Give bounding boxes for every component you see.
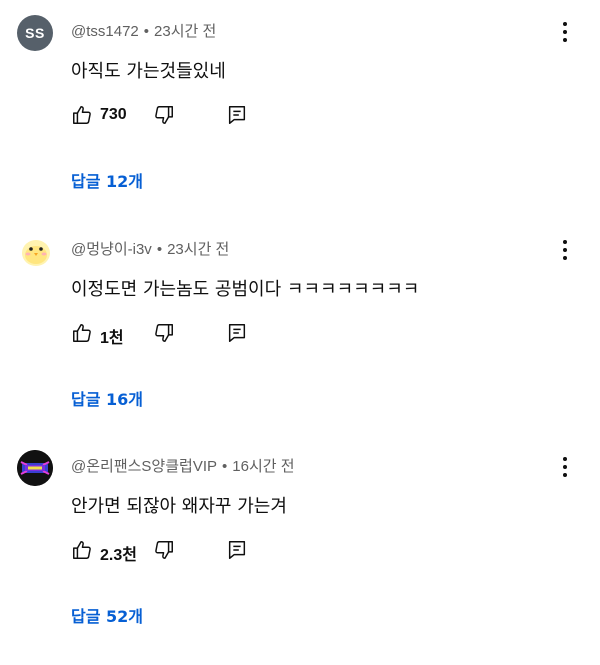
thumbs-down-icon[interactable]	[153, 539, 175, 561]
comment-text: 아직도 가는것들있네	[71, 61, 226, 82]
thumbs-down-icon[interactable]	[153, 322, 175, 344]
thumbs-up-icon[interactable]	[71, 539, 93, 561]
reply-icon[interactable]	[226, 322, 248, 344]
comment-text: 이정도면 가는놈도 공범이다 ㅋㅋㅋㅋㅋㅋㅋㅋ	[71, 279, 420, 300]
timestamp[interactable]: 23시간 전	[167, 241, 229, 258]
author-name[interactable]: @tss1472	[71, 23, 139, 40]
timestamp[interactable]: 16시간 전	[232, 458, 294, 475]
separator-dot: •	[156, 241, 163, 258]
comment-meta: @온리팬스S양클럽VIP • 16시간 전	[71, 455, 295, 476]
comment-actions: 730	[71, 104, 271, 128]
more-options-icon[interactable]	[555, 455, 575, 479]
view-replies-button[interactable]: 답글 52개	[71, 603, 143, 627]
more-options-icon[interactable]	[555, 238, 575, 262]
chick-avatar-icon[interactable]	[17, 233, 53, 269]
view-replies-button[interactable]: 답글 16개	[71, 386, 143, 410]
timestamp[interactable]: 23시간 전	[154, 23, 216, 40]
avatar[interactable]: SS	[17, 15, 53, 51]
like-count: 1천	[100, 330, 124, 347]
avatar-initials: SS	[25, 25, 45, 41]
author-name[interactable]: @온리팬스S양클럽VIP	[71, 458, 217, 475]
separator-dot: •	[143, 23, 150, 40]
club-logo-avatar-icon[interactable]	[17, 450, 53, 486]
thumbs-up-icon[interactable]	[71, 322, 93, 344]
comment-actions: 2.3천	[71, 539, 271, 564]
reply-icon[interactable]	[226, 104, 248, 126]
thumbs-up-icon[interactable]	[71, 104, 93, 126]
comment-text: 안가면 되잖아 왜자꾸 가는겨	[71, 496, 287, 517]
separator-dot: •	[222, 458, 228, 475]
reply-icon[interactable]	[226, 539, 248, 561]
author-name[interactable]: @멍냥이-i3v	[71, 241, 152, 258]
more-options-icon[interactable]	[555, 20, 575, 44]
comment-meta: @tss1472 • 23시간 전	[71, 20, 216, 41]
comment-item: SS @tss1472 • 23시간 전 아직도 가는것들있네 730 답글 12개	[0, 12, 600, 230]
view-replies-button[interactable]: 답글 12개	[71, 168, 143, 192]
comment-item: @멍냥이-i3v • 23시간 전 이정도면 가는놈도 공범이다 ㅋㅋㅋㅋㅋㅋㅋㅋ …	[0, 230, 600, 448]
thumbs-down-icon[interactable]	[153, 104, 175, 126]
comment-meta: @멍냥이-i3v • 23시간 전	[71, 238, 229, 259]
like-count: 2.3천	[100, 547, 137, 564]
comment-item: @온리팬스S양클럽VIP • 16시간 전 안가면 되잖아 왜자꾸 가는겨 2.3천…	[0, 447, 600, 665]
comment-actions: 1천	[71, 322, 271, 347]
like-count: 730	[100, 106, 127, 123]
